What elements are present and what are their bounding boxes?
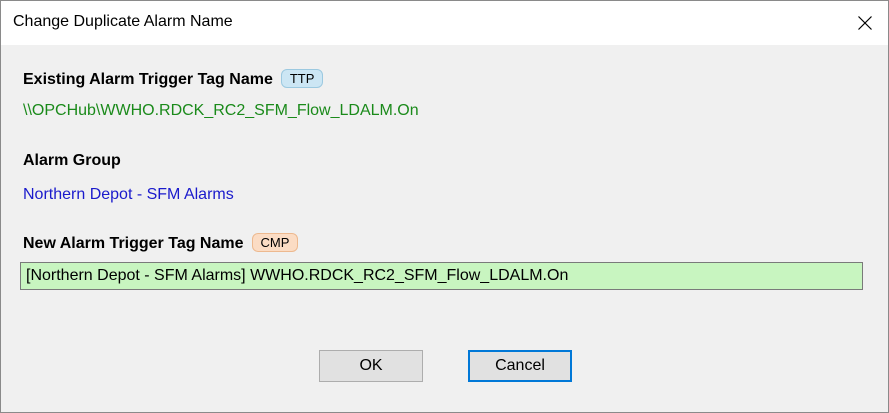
cancel-button[interactable]: Cancel: [468, 350, 572, 382]
close-button[interactable]: [842, 1, 888, 45]
new-tag-label: New Alarm Trigger Tag Name: [23, 235, 244, 252]
new-tag-input[interactable]: [20, 262, 863, 290]
alarm-group-label: Alarm Group: [23, 152, 121, 169]
alarm-group-value: Northern Depot - SFM Alarms: [23, 186, 234, 203]
existing-tag-label: Existing Alarm Trigger Tag Name: [23, 71, 273, 88]
existing-tag-label-row: Existing Alarm Trigger Tag Name TTP: [23, 69, 324, 89]
ok-button[interactable]: OK: [319, 350, 423, 382]
window-title: Change Duplicate Alarm Name: [13, 13, 233, 30]
ttp-badge: TTP: [280, 69, 324, 88]
dialog-window: Change Duplicate Alarm Name Existing Ala…: [0, 0, 889, 413]
new-tag-label-row: New Alarm Trigger Tag Name CMP: [23, 233, 299, 253]
window-edge: [1, 45, 5, 412]
title-bar[interactable]: Change Duplicate Alarm Name: [1, 1, 888, 45]
close-icon: [858, 16, 872, 30]
cmp-badge: CMP: [251, 233, 299, 252]
existing-tag-value: \\OPCHub\WWHO.RDCK_RC2_SFM_Flow_LDALM.On: [23, 102, 419, 119]
